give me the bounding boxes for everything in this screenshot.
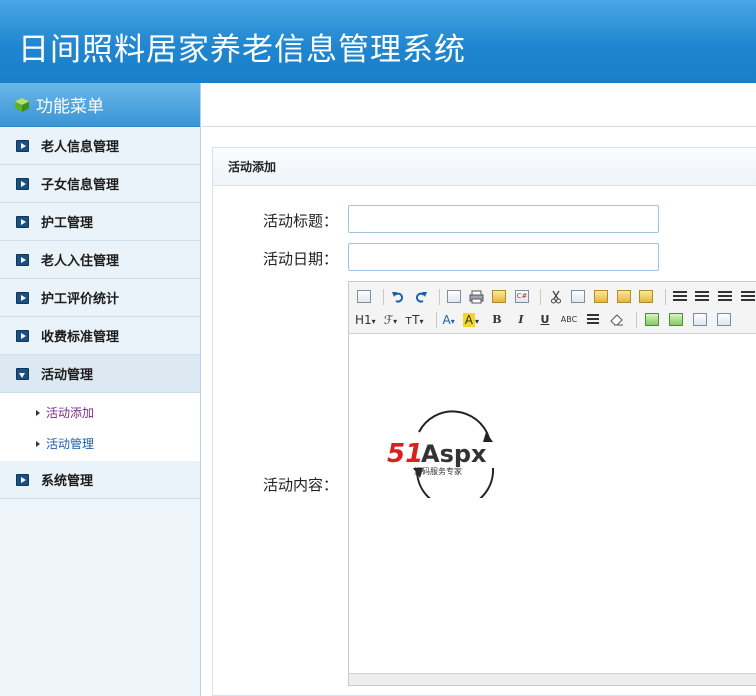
cut-icon[interactable] (546, 287, 565, 307)
strikethrough-button[interactable]: ABC (559, 310, 579, 330)
triangle-right-icon (36, 440, 40, 447)
toolbar-separator (540, 288, 542, 305)
brand-logo-image: 51 Aspx 源码服务专家 (387, 410, 495, 498)
sidebar-item-fee-standard[interactable]: 收费标准管理 (0, 317, 200, 355)
sidebar-item-label: 系统管理 (41, 474, 94, 489)
toolbar-separator (436, 311, 438, 328)
paste-word-icon[interactable] (637, 287, 656, 307)
toolbar-separator (664, 288, 666, 305)
sidebar-item-activity[interactable]: 活动管理 (0, 355, 200, 393)
sidebar-item-label: 老人入住管理 (41, 254, 120, 269)
line-height-icon[interactable] (583, 310, 603, 330)
font-size-dropdown[interactable]: тT▾ (405, 313, 423, 327)
svg-text:Aspx: Aspx (421, 440, 487, 468)
sidebar-item-caregiver[interactable]: 护工管理 (0, 203, 200, 241)
sidebar-item-label: 护工评价统计 (41, 292, 120, 307)
editor-statusbar (349, 673, 756, 685)
content-label: 活动内容： (262, 476, 338, 494)
title-input[interactable] (348, 205, 659, 233)
code-icon[interactable]: C# (513, 287, 532, 307)
editor-toolbar: C# H1▾ ℱ▾ тT▾ A▾ A ▾ B I U ABC (349, 282, 756, 334)
highlight-color-dropdown[interactable]: A ▾ (462, 312, 479, 327)
submenu-item-activity-add[interactable]: 活动添加 (0, 397, 200, 428)
font-family-dropdown[interactable]: ℱ▾ (384, 313, 397, 327)
sidebar-item-elder-info[interactable]: 老人信息管理 (0, 127, 200, 165)
print-icon[interactable] (467, 287, 486, 307)
sidebar-item-label: 活动管理 (41, 368, 94, 383)
toolbar-row-1: C# (355, 285, 756, 308)
arrow-right-icon (16, 291, 29, 304)
font-color-dropdown[interactable]: A▾ (442, 313, 454, 327)
toolbar-separator (382, 288, 384, 305)
app-header: 日间照料居家养老信息管理系统 (0, 0, 756, 83)
editor-content-area[interactable]: 51 Aspx 源码服务专家 (349, 335, 756, 675)
app-title: 日间照料居家养老信息管理系统 (18, 32, 466, 68)
sidebar-item-system[interactable]: 系统管理 (0, 461, 200, 499)
date-label: 活动日期： (262, 250, 338, 268)
panel-title: 活动添加 (213, 148, 756, 186)
arrow-down-icon (16, 367, 29, 380)
sidebar-item-checkin[interactable]: 老人入住管理 (0, 241, 200, 279)
sidebar-item-label: 子女信息管理 (41, 178, 120, 193)
arrow-right-icon (16, 253, 29, 266)
redo-icon[interactable] (411, 287, 430, 307)
arrow-right-icon (16, 215, 29, 228)
rich-text-editor: C# H1▾ ℱ▾ тT▾ A▾ A ▾ B I U ABC 51 Aspx 源… (348, 281, 756, 686)
sidebar-item-label: 护工管理 (41, 216, 94, 231)
svg-text:源码服务专家: 源码服务专家 (414, 466, 462, 476)
italic-button[interactable]: I (511, 310, 531, 330)
preview-icon[interactable] (445, 287, 464, 307)
title-label: 活动标题： (262, 212, 338, 230)
svg-text:51: 51 (387, 439, 423, 469)
date-input[interactable] (348, 243, 659, 271)
menu-header-label: 功能菜单 (36, 97, 104, 117)
sidebar-item-caregiver-rating[interactable]: 护工评价统计 (0, 279, 200, 317)
align-left-icon[interactable] (670, 287, 689, 307)
sidebar-item-label: 收费标准管理 (41, 330, 120, 345)
sidebar: 功能菜单 老人信息管理 子女信息管理 护工管理 老人入住管理 护工评价统计 收费… (0, 83, 201, 696)
submenu-item-label: 活动管理 (46, 437, 95, 451)
eraser-icon[interactable] (607, 310, 627, 330)
activity-submenu: 活动添加 活动管理 (0, 393, 200, 461)
flash-icon[interactable] (690, 310, 710, 330)
multi-image-icon[interactable] (666, 310, 686, 330)
submenu-item-label: 活动添加 (46, 406, 95, 420)
arrow-right-icon (16, 473, 29, 486)
source-icon[interactable] (355, 287, 374, 307)
undo-icon[interactable] (389, 287, 408, 307)
align-justify-icon[interactable] (738, 287, 756, 307)
arrow-right-icon (16, 139, 29, 152)
paste-text-icon[interactable] (614, 287, 633, 307)
sidebar-item-children-info[interactable]: 子女信息管理 (0, 165, 200, 203)
image-icon[interactable] (642, 310, 662, 330)
align-right-icon[interactable] (716, 287, 735, 307)
sidebar-item-label: 老人信息管理 (41, 140, 120, 155)
link-icon[interactable] (714, 310, 734, 330)
content-topbar (202, 83, 756, 127)
align-center-icon[interactable] (693, 287, 712, 307)
underline-button[interactable]: U (535, 310, 555, 330)
submenu-item-activity-manage[interactable]: 活动管理 (0, 428, 200, 459)
copy-icon[interactable] (569, 287, 588, 307)
bold-button[interactable]: B (487, 310, 507, 330)
cube-icon (14, 97, 30, 113)
arrow-right-icon (16, 329, 29, 342)
toolbar-row-2: H1▾ ℱ▾ тT▾ A▾ A ▾ B I U ABC (355, 308, 756, 331)
template-icon[interactable] (490, 287, 509, 307)
paste-icon[interactable] (592, 287, 611, 307)
arrow-right-icon (16, 177, 29, 190)
toolbar-separator (635, 311, 637, 328)
menu-header: 功能菜单 (0, 83, 200, 127)
toolbar-separator (438, 288, 440, 305)
heading-dropdown[interactable]: H1▾ (355, 313, 376, 327)
triangle-right-icon (36, 409, 40, 416)
